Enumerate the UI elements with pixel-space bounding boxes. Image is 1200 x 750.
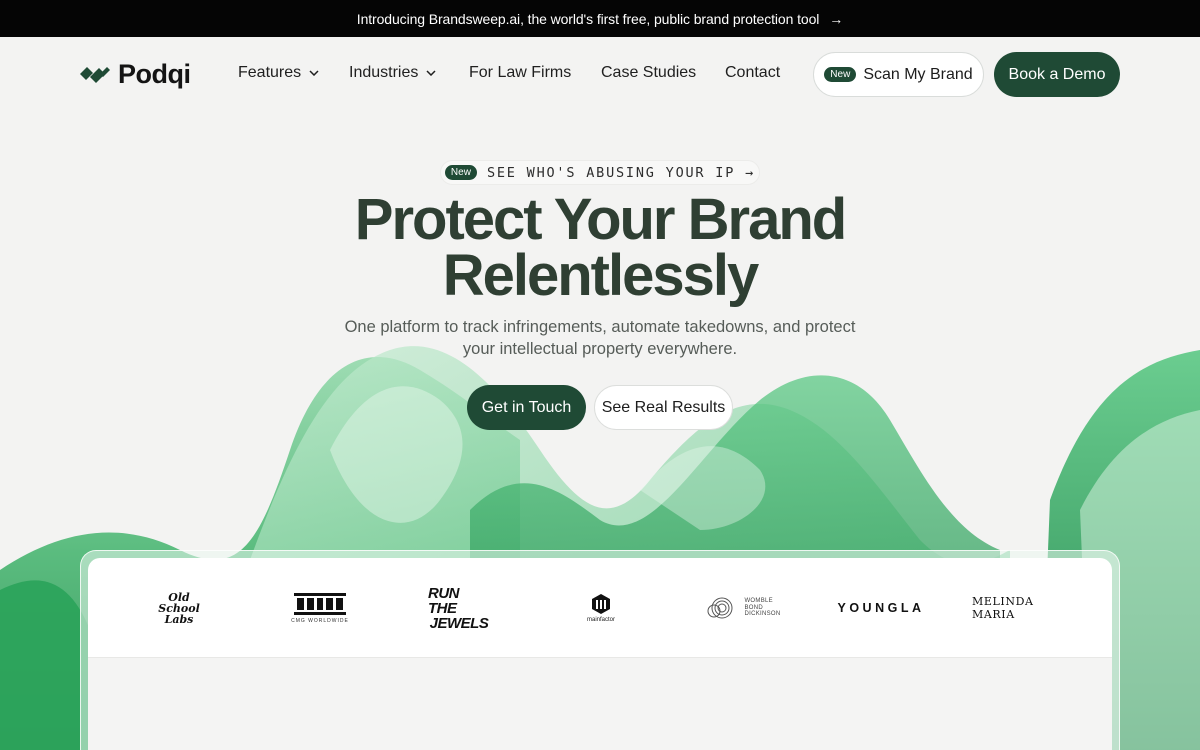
see-real-results-button[interactable]: See Real Results: [594, 385, 733, 430]
get-in-touch-button[interactable]: Get in Touch: [467, 385, 586, 430]
navbar: Podqi Features Industries For Law Firms …: [0, 37, 1200, 111]
scan-my-brand-button[interactable]: New Scan My Brand: [813, 52, 984, 97]
cmg-logo-mark: [294, 592, 346, 615]
client-logo-womble-bond-dickinson: WOMBLE BOND DICKINSON: [704, 588, 782, 628]
client-logo-mainfactor: mainfactor: [578, 588, 624, 628]
mainfactor-logo-icon: [592, 594, 610, 614]
nav-features[interactable]: Features: [238, 64, 319, 82]
nav-features-label: Features: [238, 64, 302, 81]
client-logo-cmg: CMG WORLDWIDE: [290, 588, 350, 628]
nav-case-studies[interactable]: Case Studies: [601, 64, 696, 82]
nav-industries-label: Industries: [349, 64, 419, 81]
client-logo-run-the-jewels: RUN THE JEWELS: [428, 584, 489, 632]
brand-logo[interactable]: Podqi: [80, 57, 191, 91]
chevron-down-icon: [309, 70, 319, 76]
hero-title-line-2: Relentlessly: [442, 243, 760, 308]
new-badge: New: [444, 165, 477, 180]
nav-industries[interactable]: Industries: [349, 64, 436, 82]
ip-abuse-banner-link[interactable]: New SEE WHO'S ABUSING YOUR IP →: [440, 160, 760, 185]
client-logo-youngla: YOUNGLA: [837, 601, 925, 615]
hero-title: Protect Your Brand Relentlessly: [250, 191, 950, 305]
book-demo-button[interactable]: Book a Demo: [994, 52, 1120, 97]
podqi-logo-icon: [80, 67, 110, 83]
wbd-logo-icon: [707, 597, 733, 619]
announcement-bar[interactable]: Introducing Brandsweep.ai, the world's f…: [0, 0, 1200, 37]
arrow-right-icon: →: [745, 164, 756, 181]
eyebrow-text: SEE WHO'S ABUSING YOUR IP: [486, 164, 736, 181]
arrow-right-icon: →: [829, 10, 844, 27]
new-badge: New: [824, 67, 857, 82]
brand-name: Podqi: [118, 58, 191, 89]
client-logo-old-school-labs: Old School Labs: [158, 590, 200, 626]
nav-law-firms[interactable]: For Law Firms: [469, 64, 571, 82]
chevron-down-icon: [426, 70, 436, 76]
scan-my-brand-label: Scan My Brand: [863, 65, 973, 83]
card-lower-panel: [88, 657, 1112, 750]
client-logo-melinda-maria: MELINDA MARIA: [972, 595, 1034, 621]
nav-contact[interactable]: Contact: [725, 64, 780, 82]
announcement-text: Introducing Brandsweep.ai, the world's f…: [356, 10, 820, 27]
hero-subtitle: One platform to track infringements, aut…: [344, 318, 856, 358]
